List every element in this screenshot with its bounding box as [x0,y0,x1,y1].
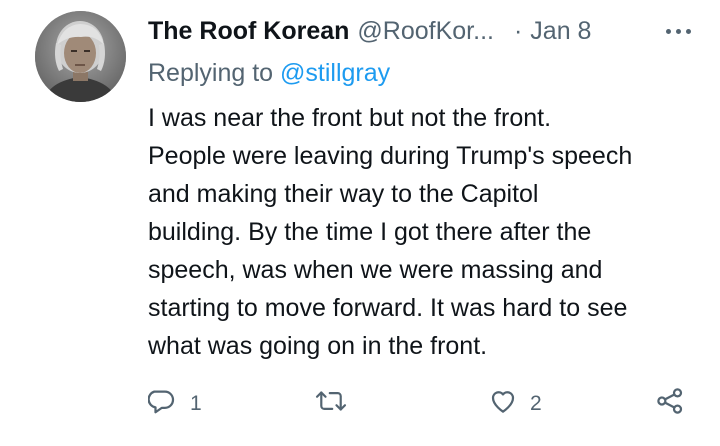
more-dot [675,28,681,34]
tweet-actions: 1 2 [147,384,693,424]
heart-icon [488,386,518,422]
retweet-icon [314,386,348,422]
replying-to-mention[interactable]: @stillgray [280,59,390,87]
more-dot [665,28,671,34]
replying-to-line: Replying to @stillgray [148,56,390,90]
share-icon [655,386,685,422]
user-handle[interactable]: @RoofKor... [357,14,494,48]
more-horizontal-icon[interactable] [656,14,700,48]
separator-dot: · [513,17,523,45]
reply-count: 1 [190,392,202,415]
more-dot [685,28,691,34]
like-count: 2 [530,392,542,415]
retweet-button[interactable] [314,384,348,424]
tweet-header: The Roof Korean @RoofKor... · Jan 8 [148,14,700,48]
tweet-text: I was near the front but not the front. … [148,104,633,360]
tweet-date[interactable]: Jan 8 [530,14,591,48]
share-button[interactable] [655,384,685,424]
tweet-card[interactable]: The Roof Korean @RoofKor... · Jan 8 Repl… [0,0,720,446]
avatar[interactable] [35,11,126,102]
display-name[interactable]: The Roof Korean [148,14,349,48]
comment-icon [147,386,178,422]
like-button[interactable]: 2 [488,384,542,424]
replying-to-prefix: Replying to [148,59,281,87]
reply-button[interactable]: 1 [147,384,202,424]
